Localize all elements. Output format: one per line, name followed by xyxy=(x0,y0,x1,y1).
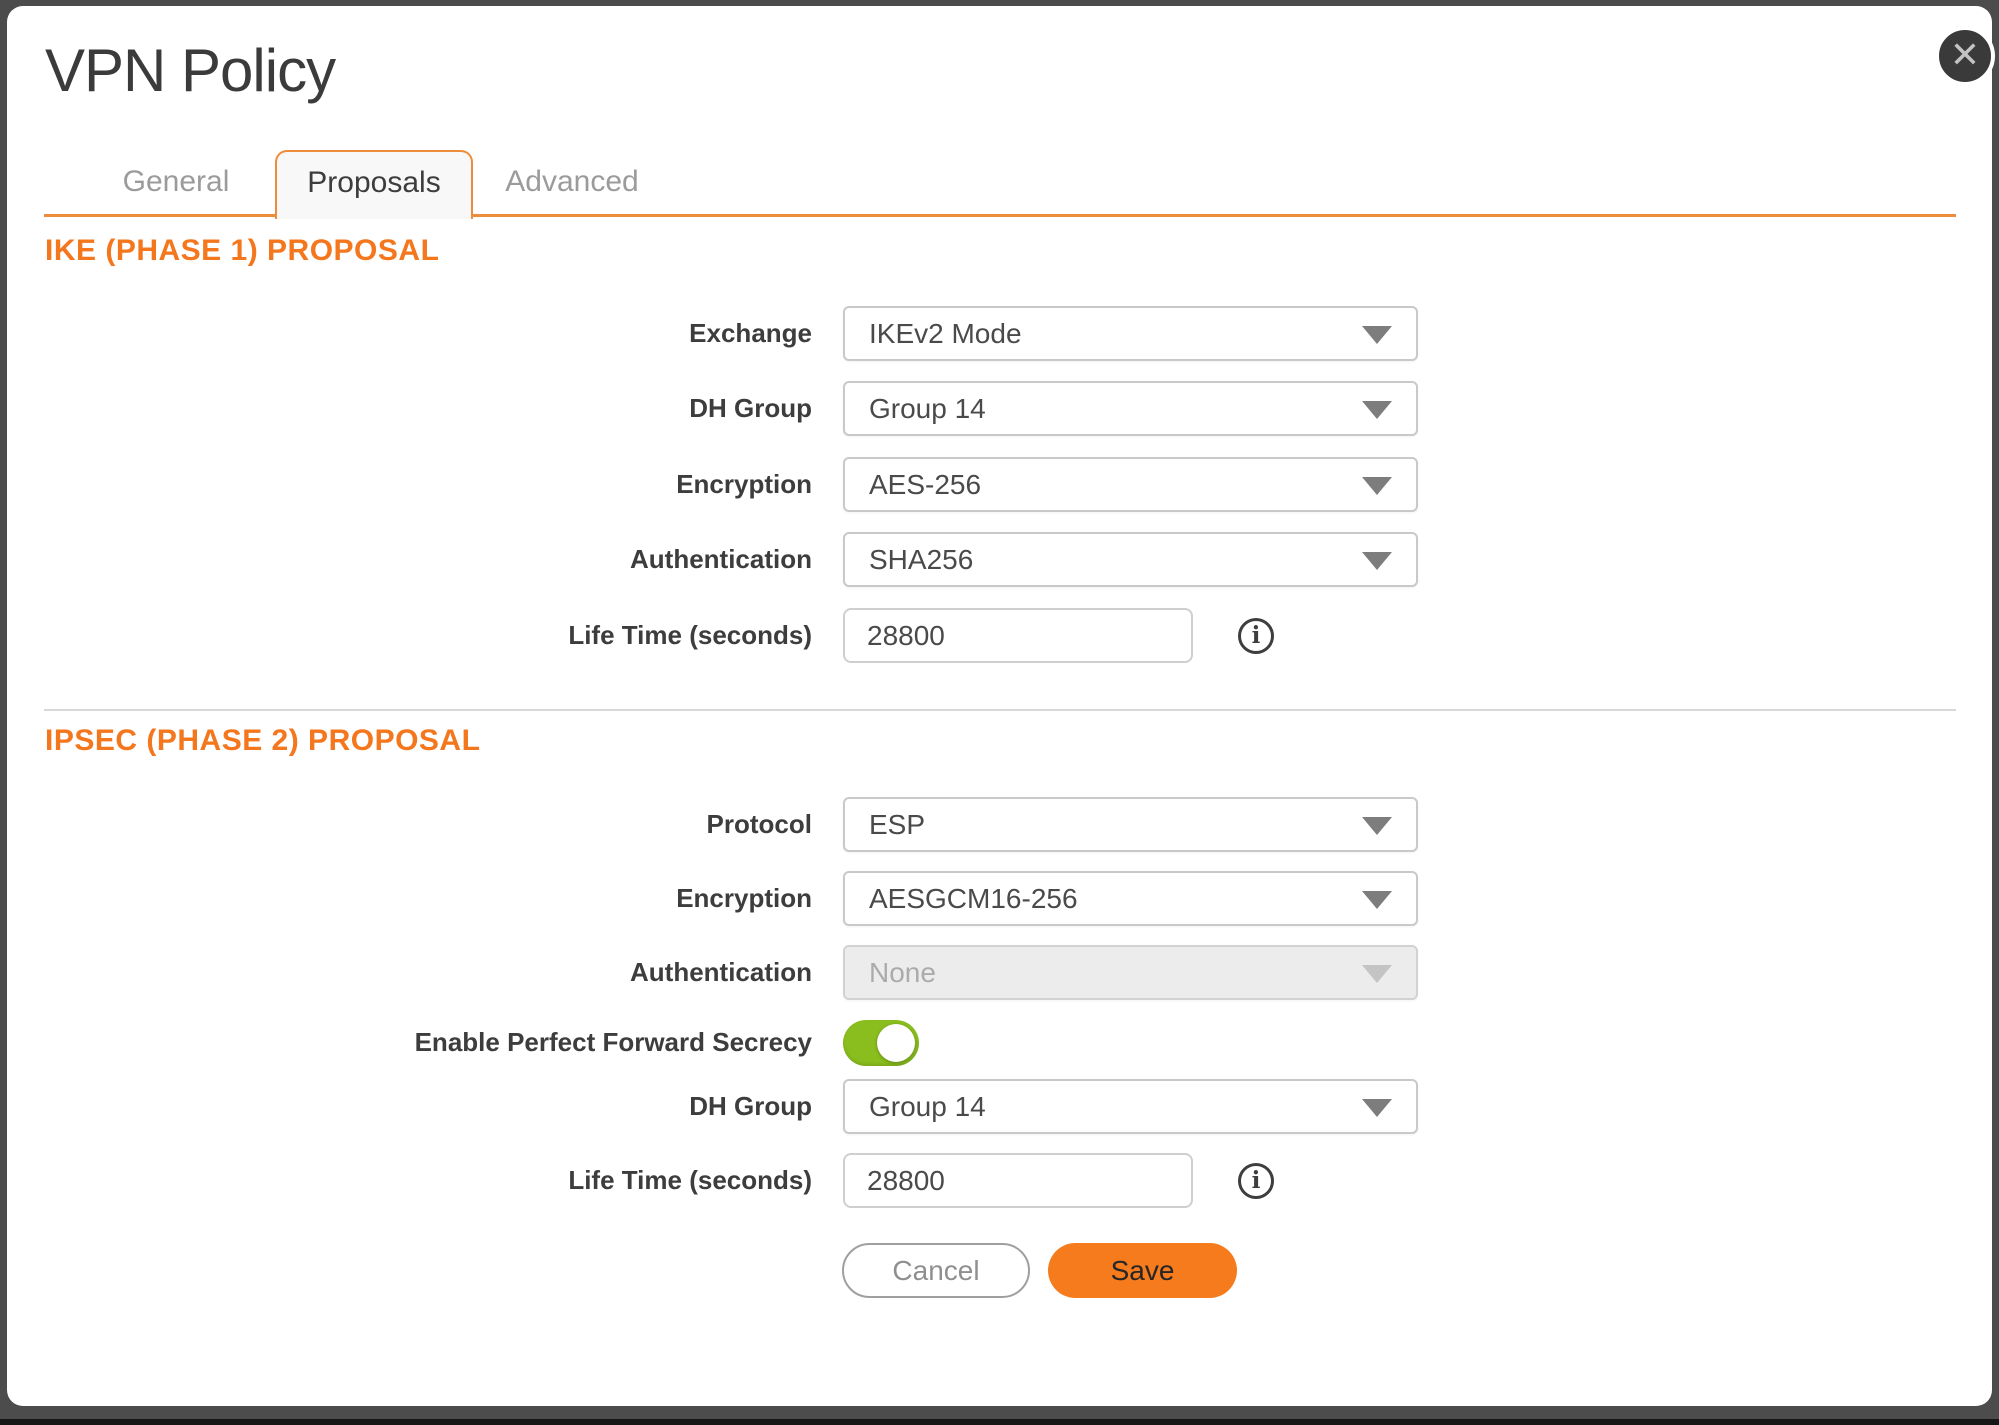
phase2-dh-group-dropdown[interactable]: Group 14 xyxy=(843,1079,1418,1134)
protocol-label: Protocol xyxy=(7,809,812,840)
phase2-dh-group-label: DH Group xyxy=(7,1091,812,1122)
phase2-life-time-input[interactable] xyxy=(843,1153,1193,1208)
chevron-down-icon xyxy=(1362,965,1392,983)
chevron-down-icon xyxy=(1362,891,1392,909)
life-time-row: Life Time (seconds) i xyxy=(7,608,1193,663)
encryption-label: Encryption xyxy=(7,469,812,500)
exchange-row: Exchange IKEv2 Mode xyxy=(7,306,1418,361)
dh-group-row: DH Group Group 14 xyxy=(7,381,1418,436)
dh-group-value: Group 14 xyxy=(869,393,986,425)
phase2-authentication-dropdown: None xyxy=(843,945,1418,1000)
authentication-row: Authentication SHA256 xyxy=(7,532,1418,587)
life-time-input[interactable] xyxy=(843,608,1193,663)
protocol-row: Protocol ESP xyxy=(7,797,1418,852)
phase2-encryption-label: Encryption xyxy=(7,883,812,914)
chevron-down-icon xyxy=(1362,326,1392,344)
section-divider xyxy=(44,709,1956,711)
pfs-row: Enable Perfect Forward Secrecy xyxy=(7,1015,919,1070)
chevron-down-icon xyxy=(1362,1099,1392,1117)
chevron-down-icon xyxy=(1362,817,1392,835)
toggle-knob xyxy=(877,1024,915,1062)
phase2-authentication-label: Authentication xyxy=(7,957,812,988)
encryption-value: AES-256 xyxy=(869,469,981,501)
tab-proposals[interactable]: Proposals xyxy=(275,150,473,219)
phase2-authentication-value: None xyxy=(869,957,936,989)
phase2-encryption-row: Encryption AESGCM16-256 xyxy=(7,871,1418,926)
exchange-dropdown[interactable]: IKEv2 Mode xyxy=(843,306,1418,361)
dh-group-dropdown[interactable]: Group 14 xyxy=(843,381,1418,436)
info-icon[interactable]: i xyxy=(1238,618,1274,654)
protocol-dropdown[interactable]: ESP xyxy=(843,797,1418,852)
exchange-label: Exchange xyxy=(7,318,812,349)
encryption-row: Encryption AES-256 xyxy=(7,457,1418,512)
phase2-dh-group-value: Group 14 xyxy=(869,1091,986,1123)
authentication-dropdown[interactable]: SHA256 xyxy=(843,532,1418,587)
chevron-down-icon xyxy=(1362,477,1392,495)
phase2-dh-group-row: DH Group Group 14 xyxy=(7,1079,1418,1134)
phase2-section-heading: IPSEC (PHASE 2) PROPOSAL xyxy=(45,724,480,758)
phase2-encryption-value: AESGCM16-256 xyxy=(869,883,1078,915)
pfs-toggle[interactable] xyxy=(843,1020,919,1066)
exchange-value: IKEv2 Mode xyxy=(869,318,1022,350)
screen: VPN Policy General Proposals Advanced IK… xyxy=(0,0,1999,1425)
pfs-label: Enable Perfect Forward Secrecy xyxy=(7,1027,812,1058)
window-bottom-edge xyxy=(0,1419,1999,1425)
phase2-life-time-row: Life Time (seconds) i xyxy=(7,1153,1193,1208)
authentication-label: Authentication xyxy=(7,544,812,575)
page-title: VPN Policy xyxy=(45,36,335,105)
tab-general[interactable]: General xyxy=(77,150,275,214)
phase2-encryption-dropdown[interactable]: AESGCM16-256 xyxy=(843,871,1418,926)
close-icon[interactable]: ✕ xyxy=(1935,26,1995,86)
info-icon[interactable]: i xyxy=(1238,1163,1274,1199)
authentication-value: SHA256 xyxy=(869,544,973,576)
phase2-life-time-label: Life Time (seconds) xyxy=(7,1165,812,1196)
tab-advanced[interactable]: Advanced xyxy=(473,150,671,214)
encryption-dropdown[interactable]: AES-256 xyxy=(843,457,1418,512)
phase1-section-heading: IKE (PHASE 1) PROPOSAL xyxy=(45,234,439,268)
phase2-authentication-row: Authentication None xyxy=(7,945,1418,1000)
chevron-down-icon xyxy=(1362,552,1392,570)
tab-bar: General Proposals Advanced xyxy=(77,150,671,219)
vpn-policy-dialog: VPN Policy General Proposals Advanced IK… xyxy=(7,6,1992,1406)
chevron-down-icon xyxy=(1362,401,1392,419)
save-button[interactable]: Save xyxy=(1048,1243,1237,1298)
protocol-value: ESP xyxy=(869,809,925,841)
life-time-label: Life Time (seconds) xyxy=(7,620,812,651)
cancel-button[interactable]: Cancel xyxy=(842,1243,1030,1298)
dh-group-label: DH Group xyxy=(7,393,812,424)
